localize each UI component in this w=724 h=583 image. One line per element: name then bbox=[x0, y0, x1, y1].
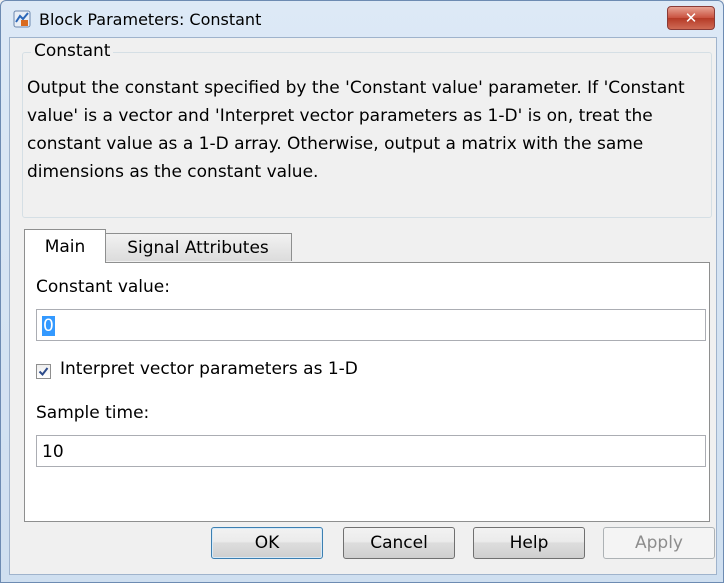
tab-signal-attributes-label: Signal Attributes bbox=[127, 237, 269, 258]
interpret-vector-label[interactable]: Interpret vector parameters as 1-D bbox=[60, 359, 358, 379]
tab-main-label: Main bbox=[44, 236, 86, 257]
sample-time-label: Sample time: bbox=[36, 403, 150, 423]
close-button[interactable]: ✕ bbox=[667, 6, 715, 30]
constant-value-input[interactable]: 0 bbox=[36, 309, 706, 341]
constant-value-text: 0 bbox=[42, 316, 55, 336]
help-button[interactable]: Help bbox=[473, 527, 585, 559]
window-title: Block Parameters: Constant bbox=[39, 10, 262, 29]
cancel-button[interactable]: Cancel bbox=[343, 527, 455, 559]
dialog-window: Block Parameters: Constant ✕ Constant Ou… bbox=[0, 0, 724, 583]
block-description: Output the constant specified by the 'Co… bbox=[27, 78, 685, 182]
sample-time-input[interactable]: 10 bbox=[36, 435, 706, 467]
constant-value-label: Constant value: bbox=[36, 277, 170, 297]
title-bar[interactable]: Block Parameters: Constant ✕ bbox=[1, 1, 723, 37]
help-button-label: Help bbox=[509, 533, 549, 553]
simulink-block-icon bbox=[13, 10, 31, 28]
ok-button[interactable]: OK bbox=[211, 527, 323, 559]
sample-time-text: 10 bbox=[42, 442, 64, 462]
apply-button-label: Apply bbox=[635, 533, 683, 553]
dialog-body: Constant Output the constant specified b… bbox=[9, 37, 717, 575]
cancel-button-label: Cancel bbox=[370, 533, 428, 553]
apply-button[interactable]: Apply bbox=[603, 527, 715, 559]
description-group: Constant Output the constant specified b… bbox=[22, 41, 712, 218]
interpret-vector-checkbox[interactable] bbox=[36, 364, 51, 379]
close-icon: ✕ bbox=[684, 9, 698, 27]
group-legend: Constant bbox=[31, 41, 114, 61]
tab-signal-attributes[interactable]: Signal Attributes bbox=[104, 233, 292, 261]
ok-button-label: OK bbox=[254, 533, 280, 553]
check-icon bbox=[38, 367, 49, 377]
tab-main[interactable]: Main bbox=[24, 229, 106, 263]
main-tab-panel: Constant value: 0 Interpret vector param… bbox=[24, 262, 710, 522]
